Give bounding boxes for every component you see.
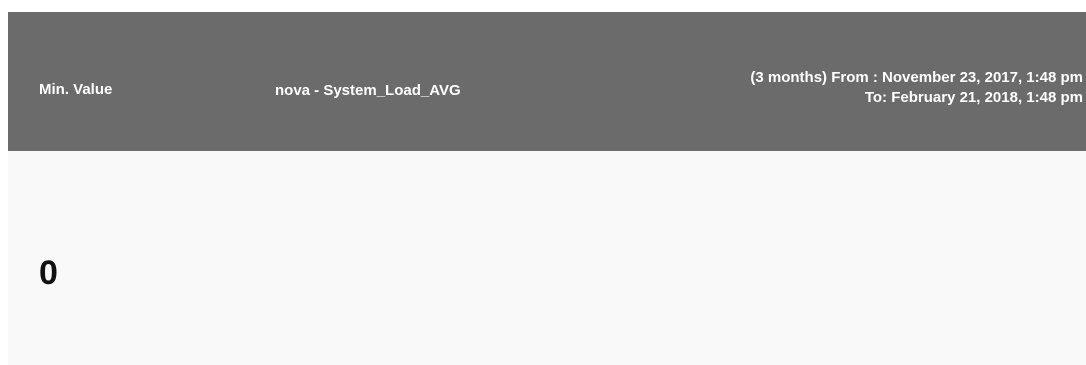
page: Min. Value nova - System_Load_AVG (3 mon…	[0, 0, 1086, 365]
time-range-to: To: February 21, 2018, 1:48 pm	[864, 89, 1083, 106]
min-value-widget: Min. Value nova - System_Load_AVG (3 mon…	[8, 12, 1086, 365]
metric-value: 0	[39, 254, 58, 292]
widget-header: Min. Value nova - System_Load_AVG (3 mon…	[8, 12, 1086, 151]
metric-label: Min. Value	[39, 81, 113, 98]
series-name: nova - System_Load_AVG	[275, 82, 461, 99]
time-range: (3 months) From : November 23, 2017, 1:4…	[750, 68, 1083, 108]
time-range-from: (3 months) From : November 23, 2017, 1:4…	[750, 69, 1083, 86]
